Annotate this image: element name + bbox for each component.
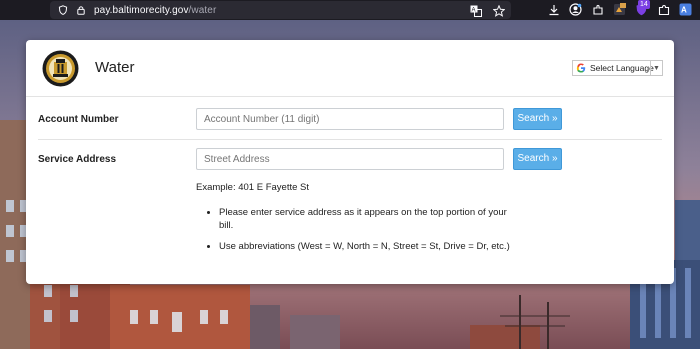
translate-extension-icon[interactable]: A xyxy=(679,3,692,16)
google-g-icon xyxy=(576,63,586,73)
row-divider xyxy=(38,139,662,140)
shield-icon[interactable] xyxy=(58,5,68,15)
street-address-input[interactable] xyxy=(196,148,504,170)
card-header: Water Select Language ▼ xyxy=(26,40,674,97)
translate-icon[interactable]: A xyxy=(469,4,482,17)
account-icon[interactable] xyxy=(569,3,582,16)
baltimore-city-seal-logo xyxy=(42,50,79,87)
extension-badge: 14 xyxy=(638,0,650,9)
svg-text:A: A xyxy=(471,7,475,13)
bookmark-star-icon[interactable] xyxy=(492,4,505,17)
extension-addon-icon[interactable] xyxy=(613,3,626,16)
browser-toolbar: pay.baltimorecity.gov/water A 14 A xyxy=(0,0,700,20)
dropdown-arrow-icon: ▼ xyxy=(650,61,662,75)
address-help-list: Please enter service address as it appea… xyxy=(209,206,519,261)
address-example-text: Example: 401 E Fayette St xyxy=(196,182,310,193)
account-number-input[interactable] xyxy=(196,108,504,130)
account-search-button[interactable]: Search » xyxy=(513,108,562,130)
water-payment-card: Water Select Language ▼ Account Number S… xyxy=(26,40,674,284)
address-search-button[interactable]: Search » xyxy=(513,148,562,170)
address-bar[interactable]: pay.baltimorecity.gov/water A xyxy=(50,1,511,19)
lock-icon[interactable] xyxy=(76,5,86,15)
download-icon[interactable] xyxy=(547,3,560,16)
extensions-icon[interactable] xyxy=(591,3,604,16)
ublock-icon[interactable]: 14 xyxy=(635,0,650,16)
puzzle-icon[interactable] xyxy=(657,3,670,16)
url-host: pay.baltimorecity.gov xyxy=(94,4,189,16)
svg-text:A: A xyxy=(681,6,687,15)
account-number-label: Account Number xyxy=(38,114,119,125)
language-select[interactable]: Select Language ▼ xyxy=(572,60,663,76)
page-title: Water xyxy=(95,59,135,76)
help-bullet: Use abbreviations (West = W, North = N, … xyxy=(219,240,519,253)
language-select-label: Select Language xyxy=(590,63,654,73)
url-text[interactable]: pay.baltimorecity.gov/water xyxy=(94,5,216,16)
url-path: /water xyxy=(188,4,217,16)
service-address-label: Service Address xyxy=(38,154,117,165)
help-bullet: Please enter service address as it appea… xyxy=(219,206,519,232)
